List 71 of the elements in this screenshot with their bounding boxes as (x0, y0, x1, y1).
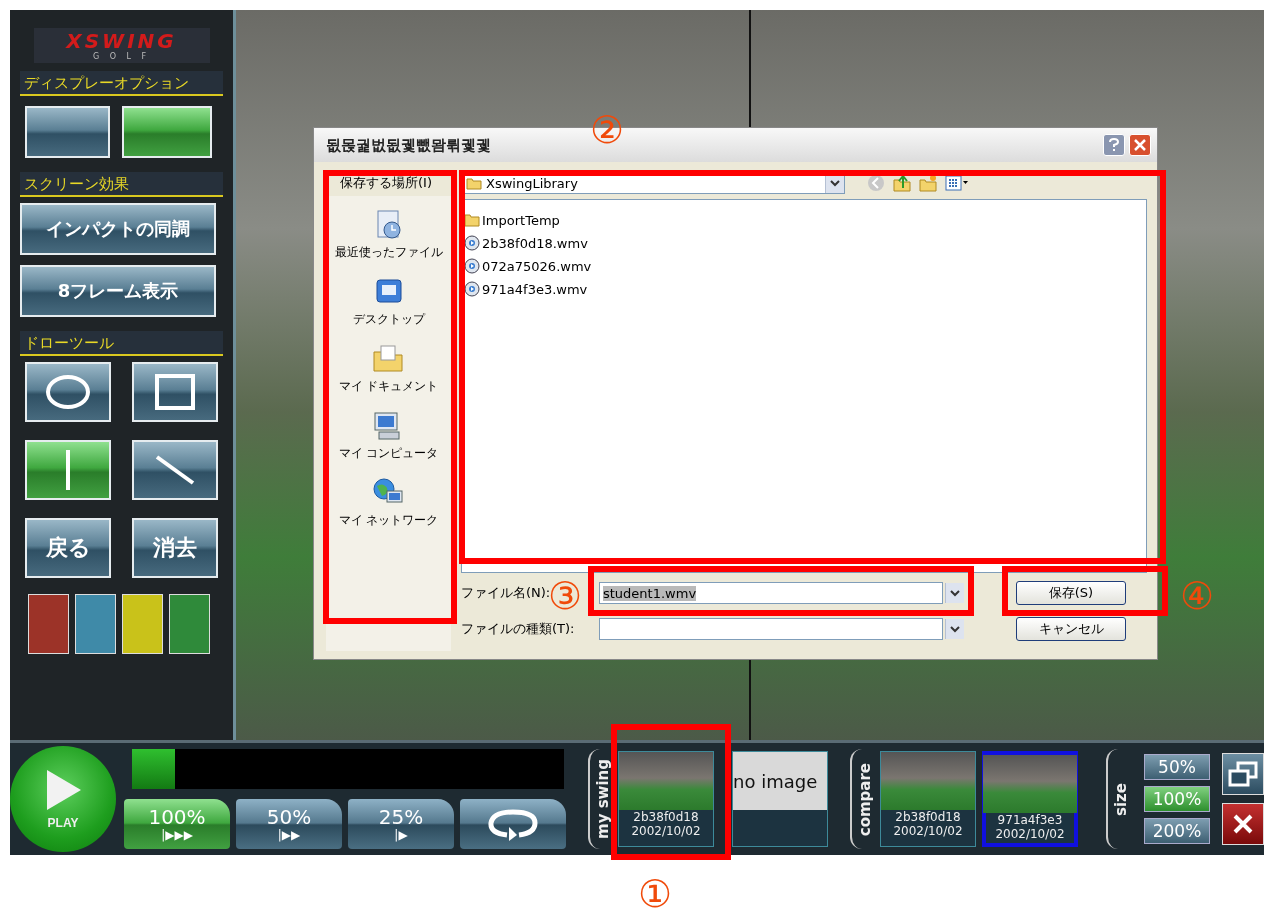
dialog-title: 됪몭궕벖됪궻뺎뫔뤾궻궻 (326, 135, 492, 155)
callout-number: ④ (1180, 576, 1215, 616)
callout-number: ① (638, 874, 673, 914)
tool-button[interactable]: インパクトの同調 (20, 203, 216, 255)
circle-button[interactable] (25, 362, 111, 422)
color-swatch[interactable] (28, 594, 69, 654)
tool-button[interactable]: 8フレーム表示 (20, 265, 216, 317)
clip-thumbnail[interactable]: 2b38f0d18 2002/10/02 (618, 751, 714, 848)
file-item[interactable]: 971a4f3e3.wmv (464, 279, 588, 299)
tool-button[interactable]: 戻る (25, 518, 111, 578)
square-icon (155, 374, 195, 410)
clip-thumbnail[interactable]: no image (732, 751, 828, 848)
new-folder-icon[interactable] (919, 174, 937, 192)
file-item[interactable]: 2b38f0d18.wmv (464, 233, 588, 253)
split-view-button[interactable] (122, 106, 212, 158)
up-folder-icon[interactable] (893, 174, 911, 192)
section-heading: スクリーン効果 (20, 172, 223, 197)
cancel-button[interactable]: キャンセル (1016, 617, 1126, 641)
help-icon (1108, 138, 1120, 152)
speed-button[interactable]: 50% |▶▶ (236, 799, 342, 850)
vertical-line-button[interactable] (25, 440, 111, 500)
file-name-label: ファイル名(N): (461, 584, 551, 602)
media-file-icon (464, 258, 480, 274)
callout-number: ③ (548, 576, 583, 616)
speed-button[interactable]: 25% |▶ (348, 799, 454, 850)
section-heading: ドローツール (20, 331, 223, 356)
media-file-icon (464, 281, 480, 297)
color-swatch[interactable] (169, 594, 210, 654)
diagonal-line-button[interactable] (132, 440, 218, 500)
speed-button[interactable]: 100% |▶▶▶ (124, 799, 230, 850)
app-logo: XSWING G O L F (33, 28, 210, 63)
close-icon (1232, 813, 1254, 836)
clip-thumbnail[interactable]: 971a4f3e3 2002/10/02 (982, 751, 1078, 848)
clip-thumbnail[interactable]: 2b38f0d18 2002/10/02 (880, 751, 976, 848)
folder-icon (466, 176, 482, 190)
view-menu-icon[interactable] (945, 175, 969, 191)
close-icon (1133, 138, 1147, 152)
help-button[interactable] (1103, 134, 1125, 156)
color-swatch[interactable] (122, 594, 163, 654)
back-icon[interactable] (867, 174, 885, 192)
file-name-field[interactable]: student1.wmv (599, 582, 943, 604)
save-button[interactable]: 保存(S) (1016, 581, 1126, 605)
section-heading: ディスプレーオプション (20, 71, 223, 96)
restore-window-button[interactable] (1222, 753, 1264, 796)
loop-button[interactable] (460, 799, 566, 850)
place-item[interactable]: マイ コンピュータ (338, 409, 439, 462)
place-item[interactable]: 最近使ったファイル (334, 208, 443, 261)
place-item[interactable]: マイ ドキュメント (338, 342, 439, 395)
loop-icon (487, 807, 539, 842)
save-location-label: 保存する場所(I) (339, 174, 433, 192)
color-swatch[interactable] (75, 594, 116, 654)
restore-window-icon (1228, 761, 1258, 788)
size-button[interactable]: 200% (1144, 818, 1210, 845)
compare-label: compare (856, 762, 874, 836)
callout-number: ② (590, 110, 625, 150)
file-type-label: ファイルの種類(T): (461, 620, 575, 638)
tool-button[interactable]: 消去 (132, 518, 218, 578)
file-item[interactable]: ImportTemp (464, 210, 560, 230)
diagonal-line-icon (155, 455, 195, 485)
place-item[interactable]: デスクトップ (352, 275, 425, 328)
place-item[interactable]: マイ ネットワーク (338, 476, 439, 529)
my-swing-label: my swing (594, 759, 612, 840)
file-item[interactable]: 072a75026.wmv (464, 256, 592, 276)
single-view-button[interactable] (25, 106, 110, 158)
media-file-icon (464, 235, 480, 251)
size-button[interactable]: 50% (1144, 754, 1210, 781)
circle-icon (45, 375, 91, 409)
close-button[interactable] (1222, 803, 1264, 846)
square-button[interactable] (132, 362, 218, 422)
size-label: size (1112, 782, 1130, 816)
folder-icon (464, 213, 480, 227)
